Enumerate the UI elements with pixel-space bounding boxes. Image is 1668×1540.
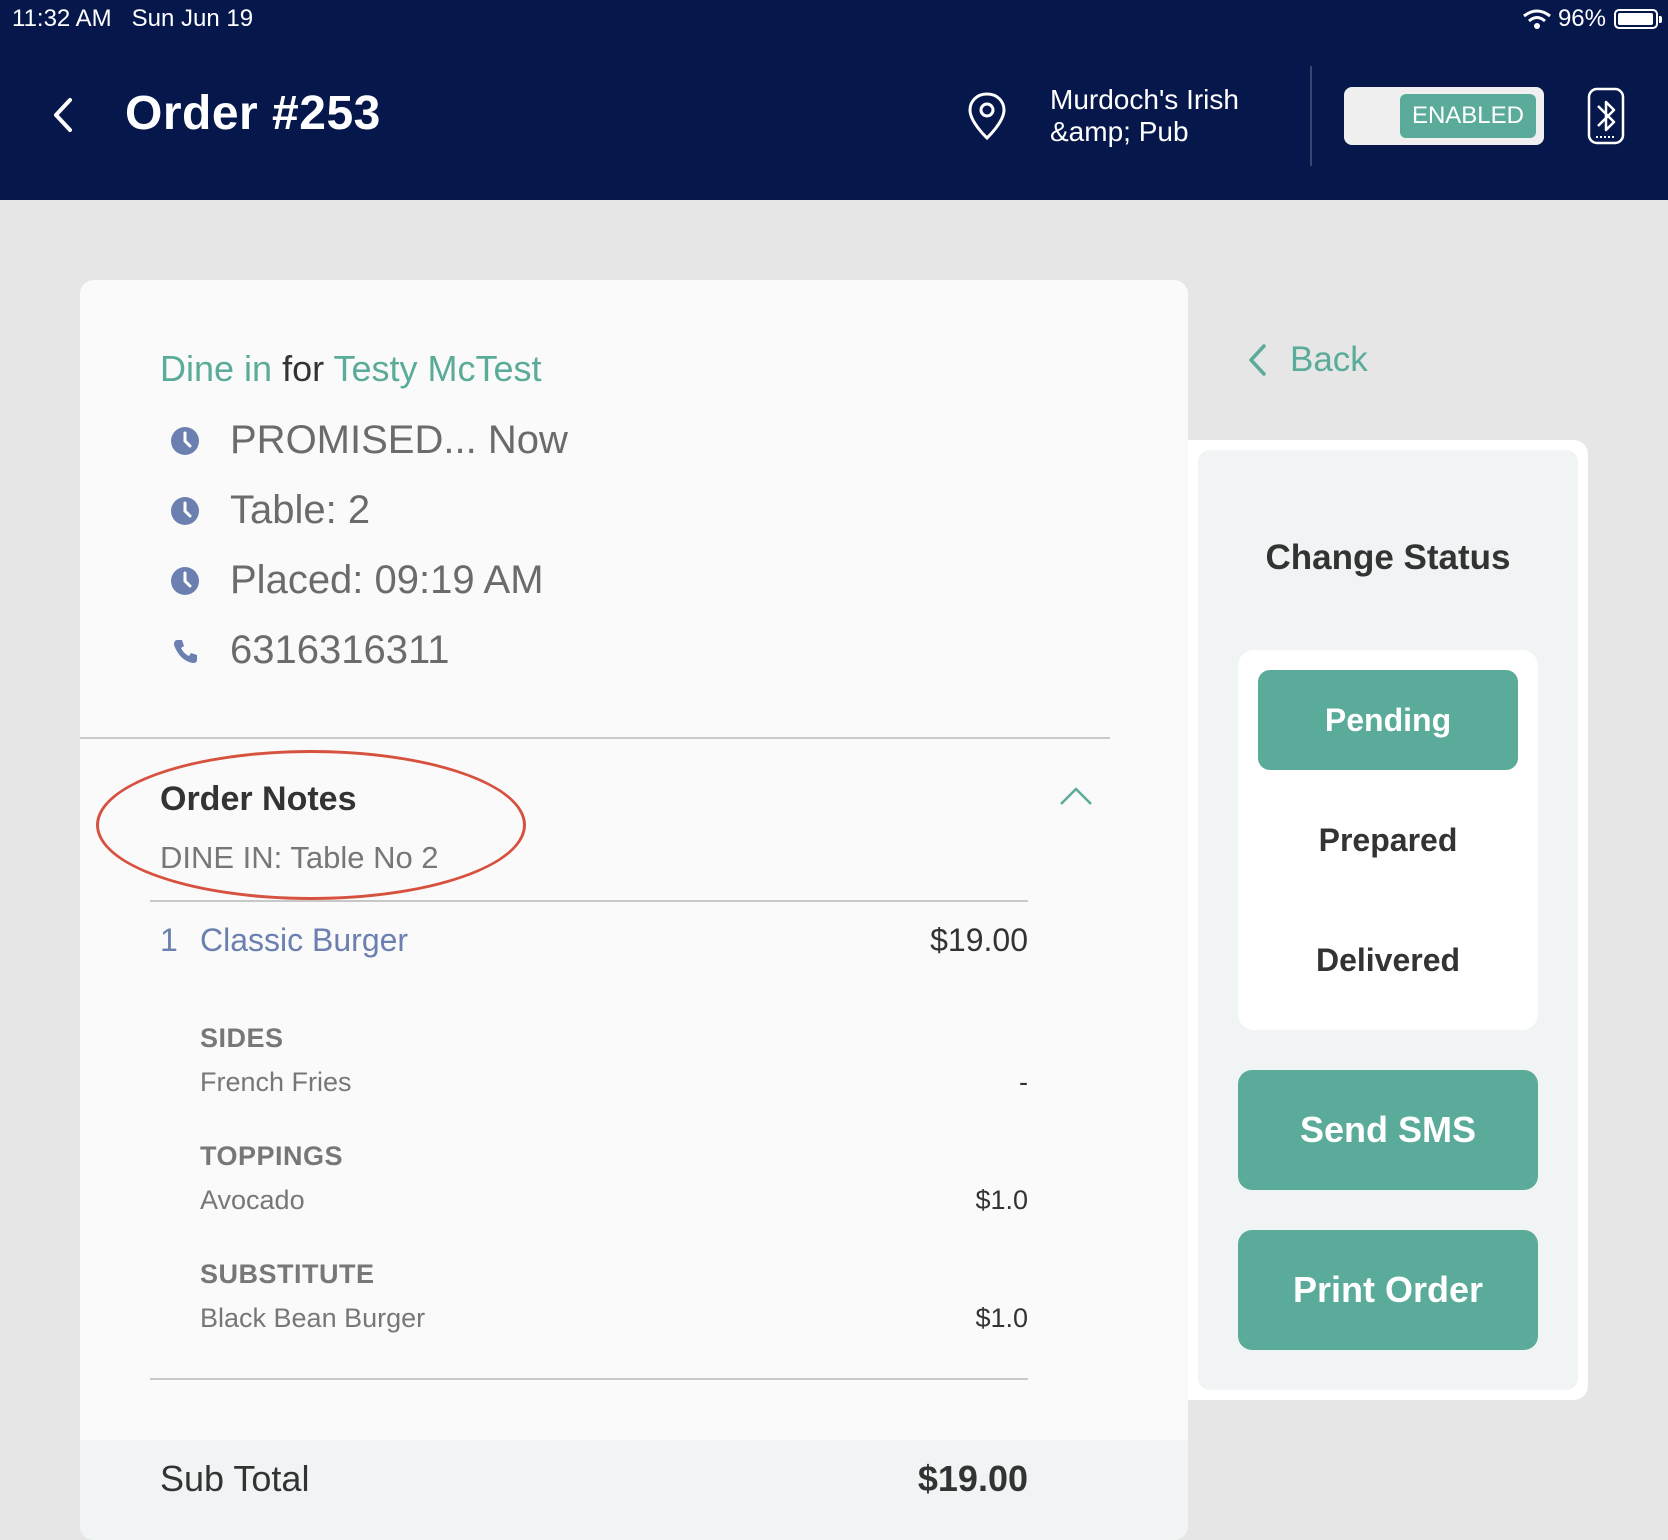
chevron-left-icon [1249, 344, 1266, 376]
order-notes-text: DINE IN: Table No 2 [160, 840, 439, 875]
item-name[interactable]: Classic Burger [200, 922, 408, 959]
battery-percent: 96% [1557, 5, 1606, 32]
status-pending-button[interactable]: Pending [1258, 670, 1518, 770]
order-type-line: Dine in for Testy McTest [160, 348, 542, 390]
modifier-value: Avocado [200, 1185, 305, 1215]
status-bar-time: 11:32 AM [12, 5, 112, 32]
top-app-bar: 11:32 AM Sun Jun 19 96% Order #253 Murdo… [0, 0, 1668, 200]
customer-name: Testy McTest [333, 348, 542, 389]
battery-tip [1659, 16, 1662, 23]
map-pin-icon [968, 92, 1006, 141]
phone-text: 6316316311 [230, 628, 450, 672]
modifier-price: $1.0 [975, 1185, 1028, 1215]
annotation-ellipse [96, 750, 526, 900]
change-status-title: Change Status [1265, 538, 1511, 577]
wifi-icon [1523, 9, 1551, 29]
order-notes-title: Order Notes [160, 780, 357, 818]
table-text: Table: 2 [230, 488, 371, 532]
status-bar-clock: 11:32 AM Sun Jun 19 [12, 5, 253, 33]
page-title: Order #253 [125, 87, 381, 140]
location-name: Murdoch's Irish &amp; Pub [1050, 84, 1239, 147]
status-bar-indicators: 96% [1522, 5, 1662, 33]
back-label: Back [1290, 340, 1368, 379]
battery-icon [1614, 9, 1662, 29]
item-quantity: 1 [160, 922, 178, 958]
clock-icon [171, 496, 199, 525]
status-panel-inner: Change Status Pending Prepared Delivered… [1198, 450, 1578, 1390]
placed-time-text: Placed: 09:19 AM [230, 558, 544, 602]
modifier-value: French Fries [200, 1067, 352, 1097]
section-divider [80, 737, 1110, 739]
status-options: Pending Prepared Delivered [1238, 650, 1538, 1030]
modifier-group-label: SIDES [200, 1023, 284, 1053]
toggle-label: ENABLED [1399, 94, 1536, 138]
battery-fill [1618, 13, 1653, 25]
status-delivered-button[interactable]: Delivered [1258, 910, 1518, 1010]
order-detail-card: Dine in for Testy McTest PROMISED... Now… [80, 280, 1188, 1540]
modifier-value: Black Bean Burger [200, 1303, 426, 1333]
send-sms-button[interactable]: Send SMS [1238, 1070, 1538, 1190]
promised-time-row: PROMISED... Now [170, 418, 568, 463]
ordering-enabled-toggle[interactable]: ENABLED [1344, 87, 1544, 145]
order-for-word: for [282, 348, 325, 389]
modifier-group-label: SUBSTITUTE [200, 1259, 375, 1289]
subtotal-value: $19.00 [917, 1458, 1028, 1499]
phone-icon [174, 639, 197, 663]
status-bar-date: Sun Jun 19 [131, 5, 254, 32]
header-divider [1310, 66, 1312, 166]
table-row: Table: 2 [170, 488, 370, 533]
status-prepared-button[interactable]: Prepared [1258, 790, 1518, 890]
promised-time-text: PROMISED... Now [230, 418, 568, 462]
clock-icon [171, 426, 199, 455]
placed-time-row: Placed: 09:19 AM [170, 558, 544, 603]
subtotal-label: Sub Total [160, 1458, 310, 1499]
print-order-button[interactable]: Print Order [1238, 1230, 1538, 1350]
chevron-left-icon[interactable] [42, 90, 82, 140]
items-divider [150, 900, 1028, 902]
phone-row: 6316316311 [170, 628, 450, 673]
chevron-up-icon[interactable] [1058, 784, 1094, 808]
items-divider [150, 1378, 1028, 1380]
order-type: Dine in [160, 348, 273, 389]
status-panel: Change Status Pending Prepared Delivered… [1188, 440, 1588, 1400]
modifier-price: - [1019, 1067, 1028, 1097]
modifier-group-label: TOPPINGS [200, 1141, 344, 1171]
back-button[interactable]: Back [1244, 340, 1368, 380]
clock-icon [171, 566, 199, 595]
bluetooth-icon[interactable] [1586, 86, 1626, 146]
modifier-price: $1.0 [975, 1303, 1028, 1333]
item-price: $19.00 [930, 922, 1028, 958]
